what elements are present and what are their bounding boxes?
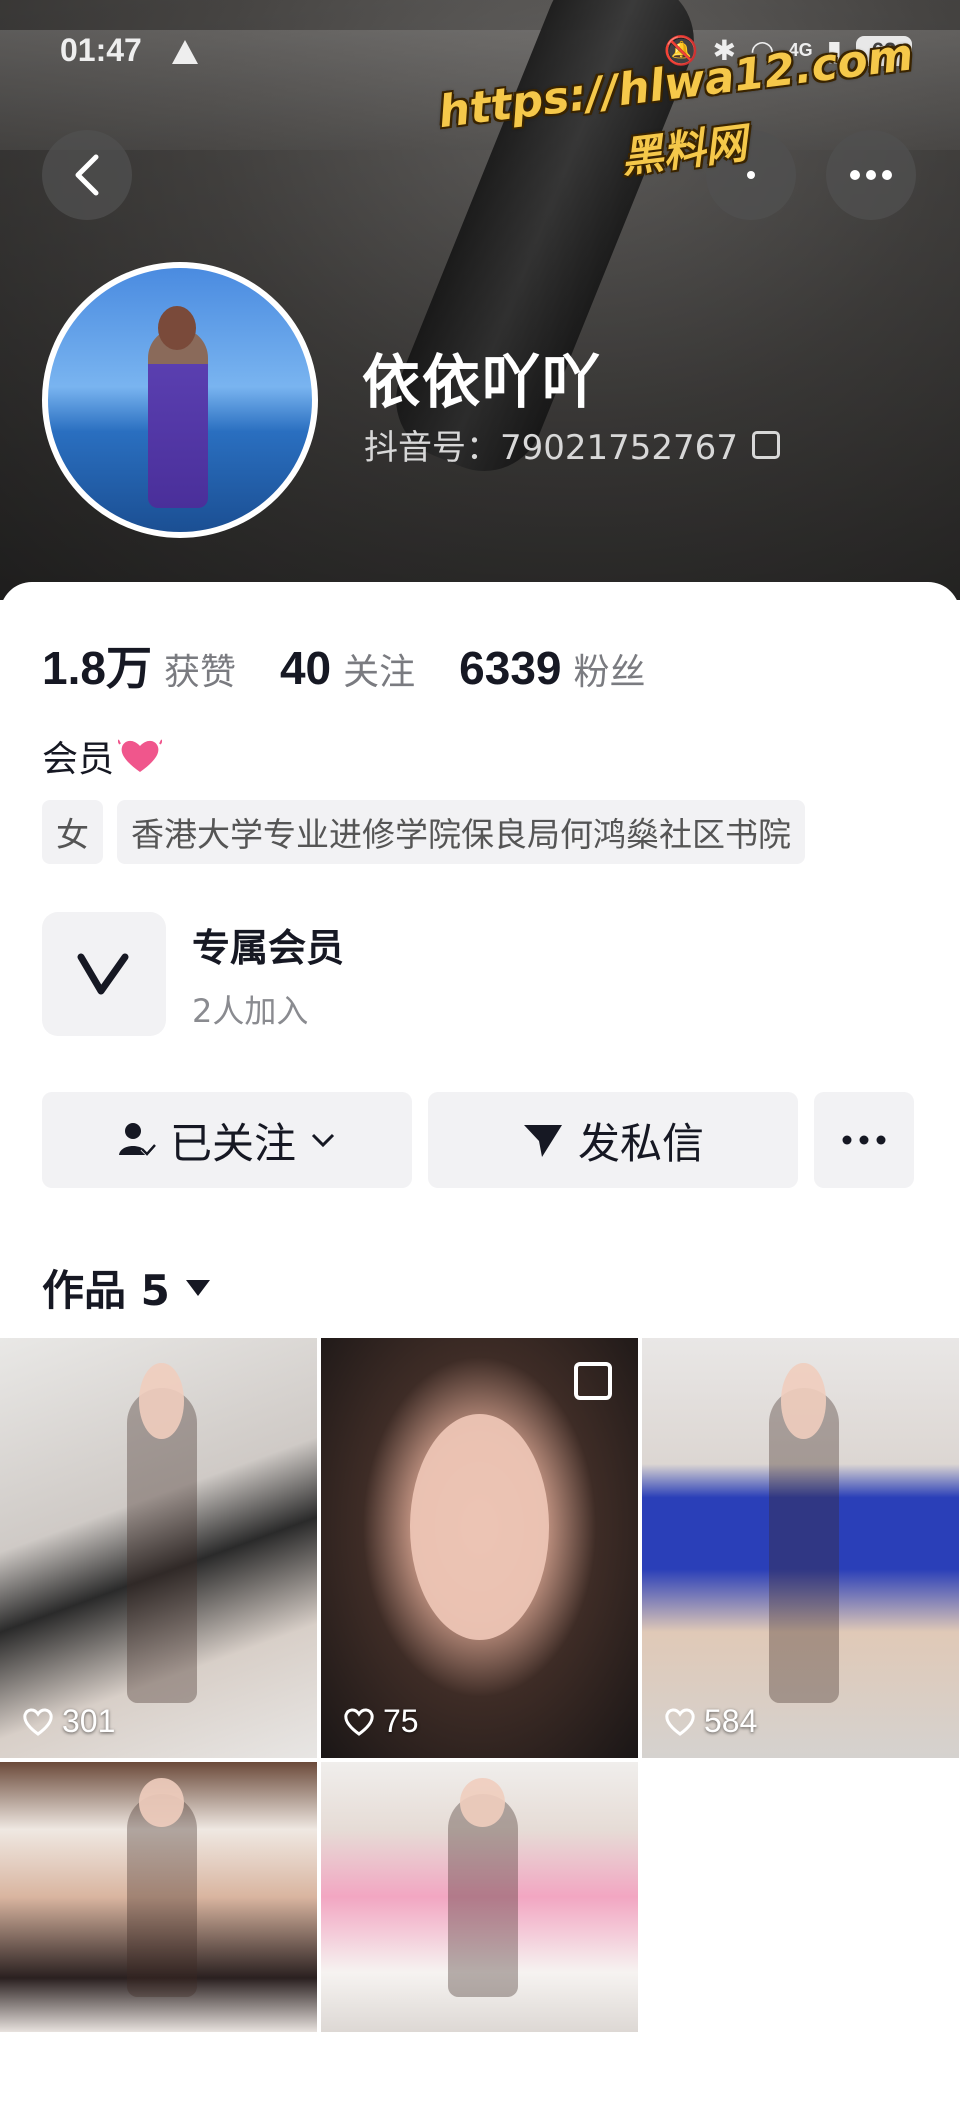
- following-label: 已关注: [169, 1118, 296, 1168]
- profile-name: 依依吖吖: [362, 348, 603, 416]
- v-logo-icon: [77, 953, 129, 995]
- heart-outline-icon: [344, 1708, 374, 1736]
- message-button[interactable]: 发私信: [428, 1092, 798, 1188]
- caret-down-icon: [185, 1279, 210, 1296]
- membership-title: 专属会员: [192, 925, 345, 970]
- stat-value: 40: [279, 642, 332, 694]
- copy-icon[interactable]: [751, 430, 780, 459]
- works-grid: 301 75 584: [0, 1338, 960, 2032]
- works-tab[interactable]: 作品 5: [42, 1257, 210, 1318]
- stat-value: 6339: [459, 642, 562, 694]
- like-count: 301: [22, 1703, 115, 1740]
- warning-icon: [172, 40, 198, 64]
- stat-label: 粉丝: [573, 652, 646, 693]
- stat-following[interactable]: 40 关注: [280, 641, 415, 695]
- bio: 会员: [42, 730, 163, 782]
- works-title: 作品 5: [42, 1266, 170, 1315]
- status-time: 01:47: [60, 32, 142, 68]
- more-icon: [850, 170, 892, 180]
- back-button[interactable]: [42, 130, 132, 220]
- tag-gender: 女: [42, 800, 103, 864]
- more-actions-button[interactable]: [814, 1092, 914, 1188]
- more-icon: [842, 1135, 886, 1145]
- user-check-icon: [118, 1123, 156, 1157]
- stat-label: 获赞: [163, 652, 236, 693]
- stat-followers[interactable]: 6339 粉丝: [459, 641, 645, 695]
- heart-outline-icon: [23, 1708, 53, 1736]
- chevron-left-icon: [75, 154, 99, 196]
- message-label: 发私信: [577, 1118, 704, 1168]
- stat-likes: 1.8万 获赞: [42, 632, 236, 698]
- stat-value: 1.8万: [42, 642, 152, 694]
- like-count: 584: [664, 1703, 757, 1740]
- douyin-id: 抖音号：79021752767: [364, 428, 738, 468]
- membership-entry[interactable]: 专属会员 2人加入: [42, 912, 344, 1036]
- profile-tags: 女 香港大学专业进修学院保良局何鸿燊社区书院: [42, 800, 805, 864]
- like-count: 75: [343, 1703, 419, 1740]
- like-count-value: 584: [704, 1703, 758, 1739]
- heart-icon: [118, 739, 163, 772]
- gallery-icon: [574, 1362, 612, 1400]
- work-tile[interactable]: 301: [0, 1338, 317, 1758]
- send-icon: [523, 1125, 562, 1157]
- membership-icon: [42, 912, 166, 1036]
- like-count-value: 301: [62, 1703, 116, 1739]
- work-tile[interactable]: [0, 1762, 317, 2032]
- like-count-value: 75: [383, 1703, 419, 1739]
- following-button[interactable]: 已关注: [42, 1092, 412, 1188]
- douyin-id-row[interactable]: 抖音号：79021752767: [364, 420, 780, 469]
- work-tile[interactable]: 75: [321, 1338, 638, 1758]
- work-tile[interactable]: [321, 1762, 638, 2032]
- membership-subtitle: 2人加入: [192, 991, 309, 1030]
- stats-row: 1.8万 获赞 40 关注 6339 粉丝: [42, 632, 690, 698]
- bio-text: 会员: [42, 739, 115, 780]
- avatar[interactable]: [42, 262, 318, 538]
- action-buttons: 已关注 发私信: [42, 1092, 914, 1188]
- chevron-down-icon: [311, 1133, 335, 1148]
- stat-label: 关注: [343, 652, 416, 693]
- profile-card: 1.8万 获赞 40 关注 6339 粉丝 会员 女 香港大学专业进修学院保良局…: [0, 582, 960, 2112]
- work-tile[interactable]: 584: [642, 1338, 959, 1758]
- tag-school[interactable]: 香港大学专业进修学院保良局何鸿燊社区书院: [117, 800, 805, 864]
- heart-outline-icon: [665, 1708, 695, 1736]
